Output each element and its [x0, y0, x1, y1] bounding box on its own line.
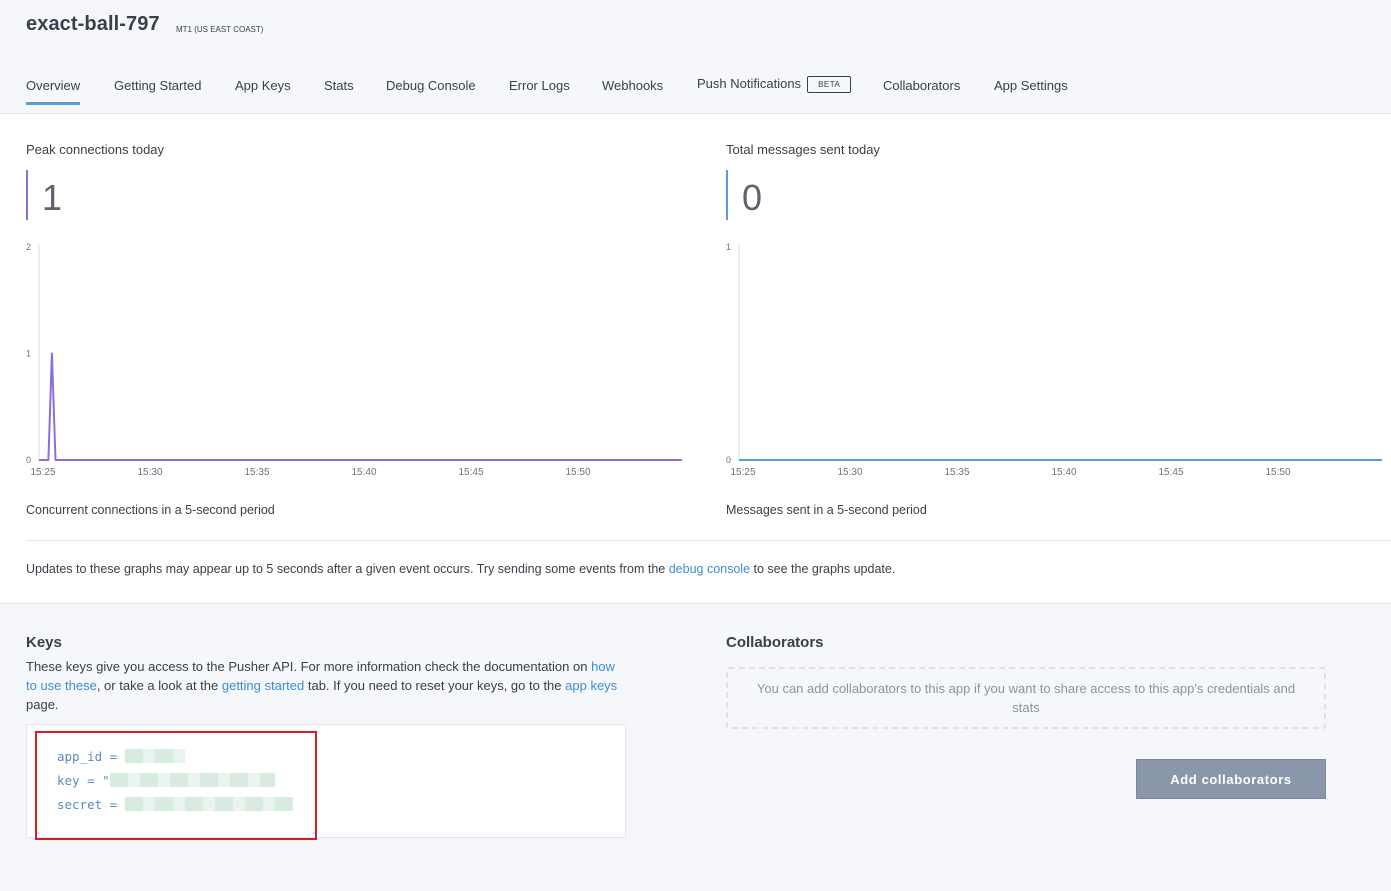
x-tick-label: 15:35 — [944, 467, 969, 478]
x-tick-label: 15:25 — [30, 467, 55, 478]
graphs-update-note: Updates to these graphs may appear up to… — [26, 562, 895, 576]
x-tick-label: 15:50 — [565, 467, 590, 478]
tab-label: Push Notifications — [697, 76, 802, 91]
tab-label: Debug Console — [386, 78, 476, 93]
x-tick-label: 15:50 — [1265, 467, 1290, 478]
total-messages-caption: Messages sent in a 5-second period — [726, 503, 927, 517]
highlight-box — [35, 731, 317, 840]
y-tick-label: 1 — [726, 242, 731, 252]
tab-push-notifications[interactable]: Push Notifications BETA — [697, 76, 852, 105]
tab-getting-started[interactable]: Getting Started — [114, 78, 201, 105]
debug-console-link[interactable]: debug console — [669, 562, 750, 576]
getting-started-link[interactable]: getting started — [222, 678, 304, 693]
tab-error-logs[interactable]: Error Logs — [509, 78, 570, 105]
tab-label: Getting Started — [114, 78, 202, 93]
tab-label: Error Logs — [509, 78, 570, 93]
tab-app-settings[interactable]: App Settings — [994, 78, 1068, 105]
x-tick-label: 15:30 — [837, 467, 862, 478]
peak-connections-value: 1 — [26, 170, 62, 220]
tab-label: Webhooks — [602, 78, 664, 93]
peak-connections-caption: Concurrent connections in a 5-second per… — [26, 503, 275, 517]
note-text: Updates to these graphs may appear up to… — [26, 562, 669, 576]
tab-debug-console[interactable]: Debug Console — [386, 78, 476, 105]
x-tick-label: 15:40 — [1051, 467, 1076, 478]
collaborators-title: Collaborators — [726, 634, 824, 651]
tab-label: App Keys — [235, 78, 291, 93]
keys-desc-text: These keys give you access to the Pusher… — [26, 659, 592, 674]
series-line — [39, 352, 682, 461]
y-tick-label: 1 — [26, 349, 31, 359]
peak-connections-chart: 0 1 2 15:25 15:30 15:35 15:40 15:45 15:50 — [26, 242, 682, 478]
keys-title: Keys — [26, 634, 62, 651]
beta-badge: BETA — [807, 76, 852, 93]
x-tick-label: 15:40 — [351, 467, 376, 478]
keys-desc-text: tab. If you need to reset your keys, go … — [304, 678, 566, 693]
x-tick-label: 15:30 — [137, 467, 162, 478]
stats-panel: Peak connections today 1 0 1 2 15:25 15:30 15… — [0, 114, 1391, 604]
y-tick-label: 0 — [726, 455, 731, 465]
tab-app-keys[interactable]: App Keys — [235, 78, 291, 105]
peak-connections-label: Peak connections today — [26, 142, 165, 157]
x-tick-label: 15:35 — [244, 467, 269, 478]
y-tick-label: 2 — [26, 242, 31, 252]
app-keys-link[interactable]: app keys — [565, 678, 617, 693]
divider — [26, 540, 1391, 541]
total-messages-value: 0 — [726, 170, 762, 220]
total-messages-chart: 0 1 15:25 15:30 15:35 15:40 15:45 15:50 — [726, 242, 1382, 478]
keys-description: These keys give you access to the Pusher… — [26, 657, 626, 714]
note-text: to see the graphs update. — [750, 562, 896, 576]
cluster-label: MT1 (US EAST COAST) — [176, 25, 264, 34]
add-collaborators-button[interactable]: Add collaborators — [1136, 759, 1326, 799]
tab-label: App Settings — [994, 78, 1068, 93]
tab-stats[interactable]: Stats — [324, 78, 354, 105]
y-tick-label: 0 — [26, 455, 31, 465]
collaborators-empty-state: You can add collaborators to this app if… — [726, 667, 1326, 729]
x-tick-label: 15:45 — [1158, 467, 1183, 478]
total-messages-label: Total messages sent today — [726, 142, 880, 157]
app-title: exact-ball-797 — [26, 13, 160, 35]
keys-desc-text: page. — [26, 697, 59, 712]
keys-desc-text: , or take a look at the — [96, 678, 222, 693]
x-tick-label: 15:45 — [458, 467, 483, 478]
tab-label: Stats — [324, 78, 354, 93]
tab-label: Overview — [26, 78, 81, 93]
app-header: exact-ball-797 MT1 (US EAST COAST) Overv… — [0, 0, 1391, 114]
tab-webhooks[interactable]: Webhooks — [602, 78, 663, 105]
x-tick-label: 15:25 — [730, 467, 755, 478]
tab-overview[interactable]: Overview — [26, 78, 81, 105]
tab-label: Collaborators — [883, 78, 961, 93]
tab-collaborators[interactable]: Collaborators — [883, 78, 960, 105]
